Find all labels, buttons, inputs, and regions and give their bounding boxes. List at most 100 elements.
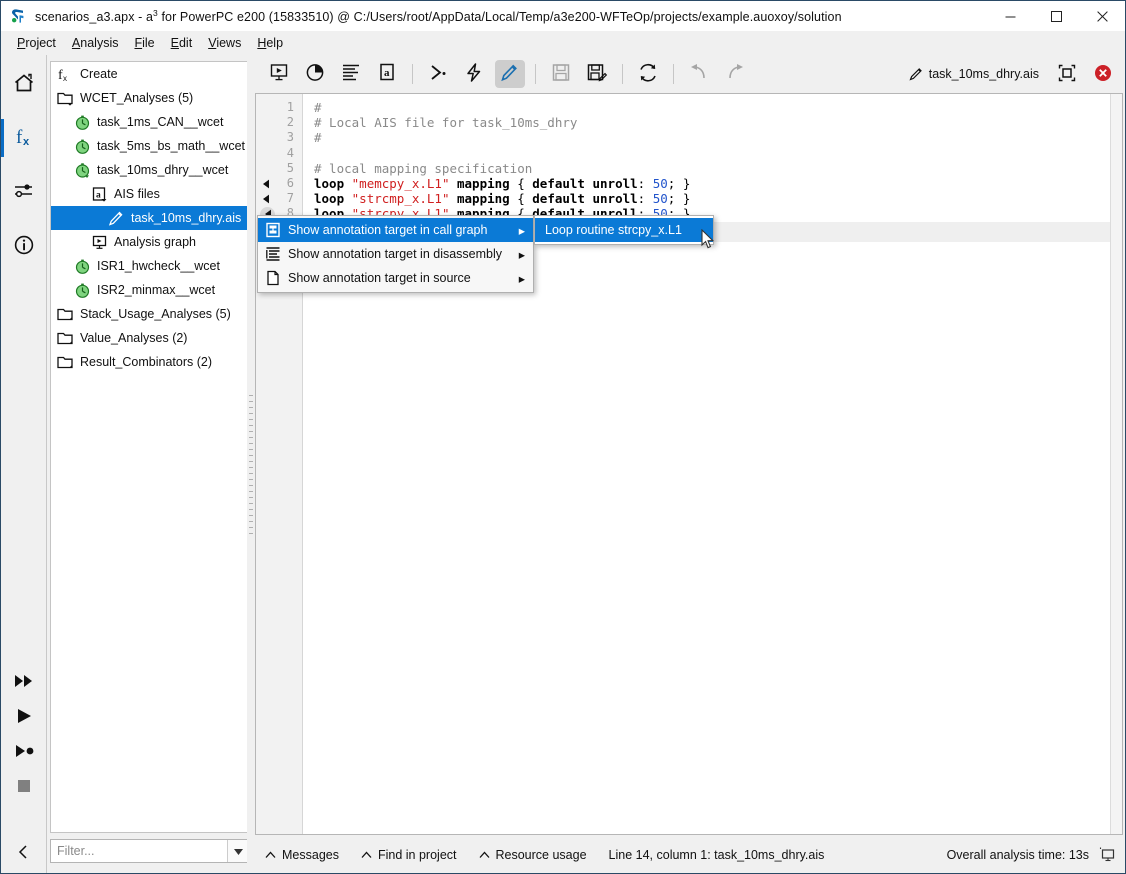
save-as-button[interactable] [582,60,612,88]
tree-item-stack-usage-analyses-5[interactable]: Stack_Usage_Analyses (5) [51,302,249,326]
line-number: 4 [286,145,294,160]
status-find-in-project[interactable]: Find in project [361,848,457,862]
menu-edit[interactable]: Edit [163,33,201,53]
tree-item-task-1ms-can-wcet[interactable]: task_1ms_CAN__wcet [51,110,249,134]
menu-analysis[interactable]: Analysis [64,33,127,53]
menu-project[interactable]: Project [9,33,64,53]
info-circle-icon [13,234,35,259]
status-cursor-position: Line 14, column 1: task_10ms_dhry.ais [609,848,825,862]
code-line[interactable]: # Local AIS file for task_10ms_dhry [314,115,577,130]
fast-forward-icon [13,670,35,695]
pencil-icon [499,62,521,86]
editor-vertical-scrollbar[interactable] [1110,94,1122,834]
fold-marker[interactable] [260,192,272,206]
close-view-button[interactable] [1088,60,1118,88]
monitor-icon[interactable] [1099,847,1115,863]
tree-item-label: ISR1_hwcheck__wcet [97,259,220,273]
tree-item-label: AIS files [114,187,160,201]
detach-view-button[interactable] [1052,60,1082,88]
filter-input[interactable] [51,840,227,862]
undo-button [684,60,714,88]
rail-item-home[interactable] [1,61,47,107]
ais-file-button[interactable]: a [372,60,402,88]
menu-views[interactable]: Views [200,33,249,53]
menu-file[interactable]: File [126,33,162,53]
line-number: 3 [286,130,294,145]
document-label: task_10ms_dhry.ais [909,67,1039,81]
code-area[interactable]: # # Local AIS file for task_10ms_dhry # # l… [304,94,1110,834]
sidebar-splitter[interactable] [247,55,255,873]
detach-view-icon [1058,64,1076,85]
project-tree[interactable]: f x Create WCET_Analyses (5) task_1ms_CAN__w… [50,61,250,833]
tree-item-task-10ms-dhry-wcet[interactable]: task_10ms_dhry__wcet [51,158,249,182]
report-button[interactable] [336,60,366,88]
tree-item-task-5ms-bs-math-wcet[interactable]: task_5ms_bs_math__wcet [51,134,249,158]
code-token: 50 [652,191,668,207]
status-resource-usage[interactable]: Resource usage [479,848,587,862]
code-token: { [517,176,533,191]
code-editor[interactable]: 12345678 # # Local AIS file for task_10ms… [256,94,1110,834]
filter-dropdown-button[interactable] [227,840,249,862]
context-menu-item-2[interactable]: Show annotation target in disassembly ▸ [258,242,533,266]
menu-bar: Project Analysis File Edit Views Help [1,31,1125,55]
edit-annotations-button[interactable] [495,60,525,88]
quick-analysis-button[interactable] [459,60,489,88]
code-token: default unroll [532,176,638,191]
analysis-graph-button[interactable] [264,60,294,88]
minimize-button[interactable] [987,1,1033,31]
status-messages[interactable]: Messages [265,848,339,862]
tree-item-task-10ms-dhry-ais[interactable]: task_10ms_dhry.ais [51,206,249,230]
fold-marker[interactable] [260,177,272,191]
tree-item-label: task_10ms_dhry__wcet [97,163,229,177]
tree-item-create[interactable]: f x Create [51,62,249,86]
context-menu-item-3[interactable]: Show annotation target in source ▸ [258,266,533,290]
refresh-button[interactable] [633,60,663,88]
splitter-grip[interactable] [249,395,253,535]
tree-item-analysis-graph[interactable]: Analysis graph [51,230,249,254]
tree-item-isr2-minmax-wcet[interactable]: ISR2_minmax__wcet [51,278,249,302]
rail-item-analyses[interactable]: f x [1,115,47,161]
tree-item-ais-files[interactable]: a AIS files [51,182,249,206]
tree-item-value-analyses-2[interactable]: Value_Analyses (2) [51,326,249,350]
code-line[interactable]: # [314,100,322,115]
maximize-button[interactable] [1033,1,1079,31]
cursor-position-text: Line 14, column 1: task_10ms_dhry.ais [608,848,825,862]
floppy-icon [550,62,572,86]
fx-analyses-icon: f x [12,125,36,152]
code-line[interactable]: # [314,130,322,145]
svg-text:a: a [96,190,101,200]
status-bar: Messages Find in project Resource usage … [255,837,1125,873]
code-token: loop [314,191,352,207]
filter-box[interactable] [50,839,250,863]
context-menu[interactable]: Show annotation target in call graph ▸ Sho… [257,215,534,293]
close-button[interactable] [1079,1,1125,31]
home-icon [13,72,35,97]
source-file-icon [262,269,284,287]
code-line[interactable]: # local mapping specification [314,161,532,176]
context-submenu[interactable]: Loop routine strcpy_x.L1 [534,215,714,245]
rail-item-info[interactable] [1,223,47,269]
run-batch-button[interactable] [423,60,453,88]
submenu-item-1[interactable]: Loop routine strcpy_x.L1 [535,218,713,242]
context-menu-item-1[interactable]: Show annotation target in call graph ▸ [258,218,533,242]
tree-item-result-combinators-2[interactable]: Result_Combinators (2) [51,350,249,374]
rail-item-stop[interactable] [1,764,47,810]
tree-item-isr1-hwcheck-wcet[interactable]: ISR1_hwcheck__wcet [51,254,249,278]
code-line[interactable]: loop "memcpy_x.L1" mapping { default unr… [314,176,690,191]
redo-icon [724,62,746,86]
code-line[interactable]: loop "strcmp_x.L1" mapping { default unr… [314,191,690,206]
tree-item-wcet-analyses-5[interactable]: WCET_Analyses (5) [51,86,249,110]
menu-help[interactable]: Help [249,33,291,53]
code-token: loop [314,176,352,191]
rail-item-settings[interactable] [1,169,47,215]
rail-item-collapse[interactable] [1,830,47,874]
chevron-up-icon [265,848,276,862]
pie-report-button[interactable] [300,60,330,88]
editor-gutter[interactable]: 12345678 [256,94,303,834]
project-sidebar: f x Create WCET_Analyses (5) task_1ms_CAN__w… [47,55,255,873]
separator-3 [622,64,623,84]
analysis-graph-icon [90,233,108,251]
code-token: default unroll [532,191,638,207]
editor-container: 12345678 # # Local AIS file for task_10ms… [255,93,1123,835]
separator-2 [535,64,536,84]
